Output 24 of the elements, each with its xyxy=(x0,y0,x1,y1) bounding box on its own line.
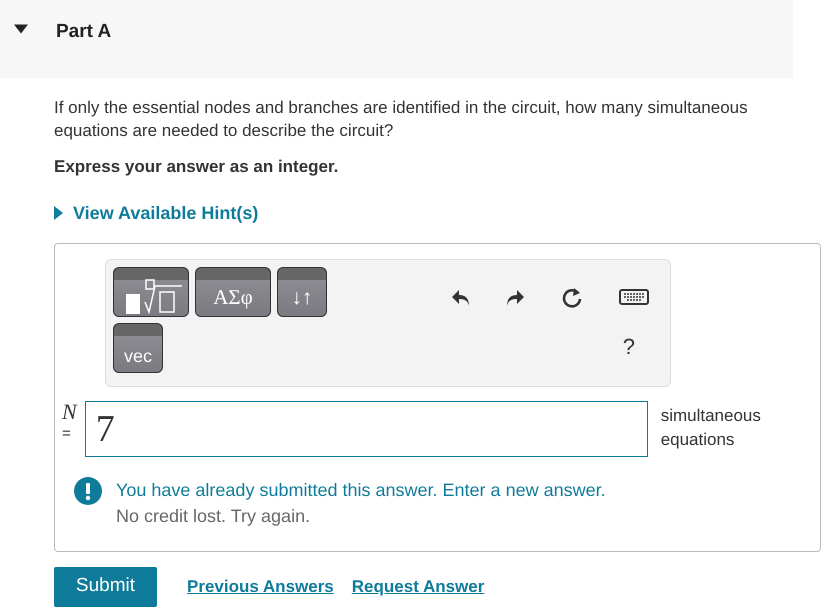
vector-button[interactable]: vec xyxy=(113,322,163,372)
units-label: simultaneous equations xyxy=(660,404,762,450)
answer-link[interactable]: Previous Answers xyxy=(187,574,334,600)
instruction-text: Express your answer as an integer. xyxy=(54,156,340,178)
arrows-button[interactable]: ↓↑ xyxy=(277,266,327,316)
keyboard-icon[interactable] xyxy=(619,289,649,305)
reset-icon[interactable] xyxy=(562,286,583,308)
caret-right-icon[interactable] xyxy=(54,206,63,220)
answer-link[interactable]: Request Answer xyxy=(352,574,484,600)
redo-icon[interactable] xyxy=(506,287,526,307)
templates-button[interactable] xyxy=(113,266,189,316)
alert-icon xyxy=(74,476,102,504)
submit-button[interactable]: Submit xyxy=(54,566,157,606)
answer-field[interactable]: 7 xyxy=(84,400,648,456)
feedback-detail: No credit lost. Try again. xyxy=(116,504,312,528)
help-button[interactable]: ? xyxy=(622,330,635,362)
part-title: Part A xyxy=(56,20,112,44)
variable-label: N xyxy=(62,400,77,422)
caret-down-icon[interactable] xyxy=(14,24,28,34)
feedback-message: You have already submitted this answer. Enter a new answer. xyxy=(116,478,606,502)
question-text: If only the essential nodes and branches are identified in the circuit, how many simultaneous equations are needed to describe the circuit? xyxy=(54,97,749,142)
equals-sign: = xyxy=(62,424,72,444)
greek-symbols-button[interactable]: ΑΣφ xyxy=(195,266,271,316)
hint-link[interactable]: View Available Hint(s) xyxy=(73,200,258,226)
